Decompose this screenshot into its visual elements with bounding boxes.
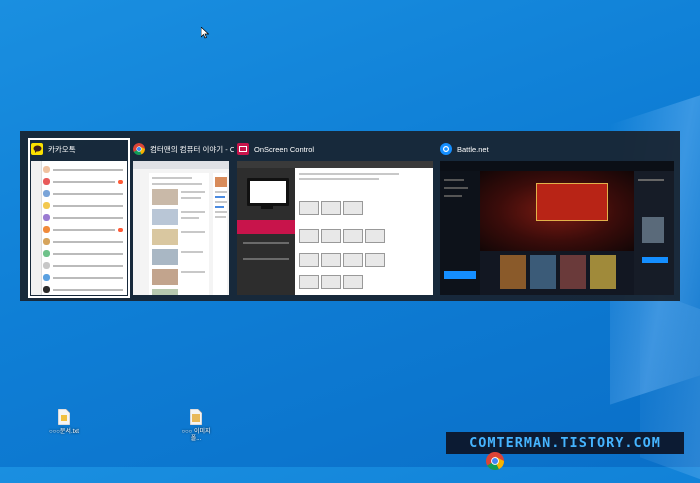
window-header: OnScreen Control [237, 141, 314, 157]
kakaotalk-icon [31, 143, 43, 155]
chat-list-item [43, 189, 123, 198]
window-thumbnail-battlenet[interactable]: Battle.net [438, 139, 676, 297]
promo-card [590, 255, 616, 289]
window-title: Battle.net [457, 144, 489, 154]
chat-list-item [43, 249, 123, 258]
onscreen-control-icon [237, 143, 249, 155]
onscreen-sidebar [237, 168, 295, 295]
onscreen-control-preview [237, 161, 433, 295]
window-header: Battle.net [440, 141, 489, 157]
promo-card [500, 255, 526, 289]
blog-sidebar [213, 173, 227, 295]
chat-list-item [43, 237, 123, 246]
battlenet-preview [440, 161, 674, 295]
blog-content [149, 173, 209, 295]
watermark: COMTERMAN.TISTORY.COM [446, 432, 684, 454]
window-header: 컴터맨의 컴퓨터 이야기 - Chr... [133, 141, 234, 157]
chat-list-item [43, 285, 123, 294]
chat-list-item [43, 201, 123, 210]
promo-card [530, 255, 556, 289]
kakaotalk-sidebar [31, 161, 42, 295]
chat-list-item [43, 273, 123, 282]
chrome-preview [133, 161, 229, 295]
window-title: OnScreen Control [254, 144, 315, 154]
desktop-icon-label: ○○○ 이미지 폴... [181, 429, 211, 442]
alt-tab-switcher: 카카오톡 컴터맨의 컴퓨터 이야기 - Chr... [20, 131, 680, 301]
window-header: 카카오톡 [31, 141, 76, 157]
chat-list-item [43, 213, 123, 222]
battlenet-nav-bar [440, 161, 674, 171]
chat-list-item [43, 225, 123, 234]
chrome-icon [133, 143, 145, 155]
window-thumbnail-chrome[interactable]: 컴터맨의 컴퓨터 이야기 - Chr... [131, 139, 234, 297]
onscreen-titlebar [237, 161, 433, 168]
file-icon [189, 408, 203, 426]
window-title: 카카오톡 [48, 144, 76, 154]
monitor-icon [247, 178, 289, 206]
onscreen-selected-menu [237, 220, 295, 234]
chrome-tab-bar [133, 161, 229, 169]
game-banner-logo [536, 183, 608, 221]
promo-card [560, 255, 586, 289]
kakaotalk-preview [31, 161, 127, 295]
file-icon [57, 408, 71, 426]
chrome-icon[interactable] [486, 452, 504, 470]
window-thumbnail-onscreen-control[interactable]: OnScreen Control [235, 139, 435, 297]
chat-list-item [43, 261, 123, 270]
battlenet-friends-panel [634, 171, 674, 295]
battlenet-hero-banner [480, 171, 634, 251]
mouse-cursor-icon [201, 27, 209, 39]
window-thumbnail-kakaotalk[interactable]: 카카오톡 [28, 138, 130, 298]
desktop-icon-label: ○○○문서.txt [49, 429, 79, 435]
battlenet-play-button [444, 271, 476, 279]
desktop-icon-file[interactable]: ○○○문서.txt [44, 408, 84, 436]
battlenet-add-friend-button [642, 257, 668, 263]
chat-list-item [43, 177, 123, 186]
battlenet-icon [440, 143, 452, 155]
window-title: 컴터맨의 컴퓨터 이야기 - Chr... [150, 144, 234, 154]
chat-list-item [43, 165, 123, 174]
desktop-icon-file[interactable]: ○○○ 이미지 폴... [176, 408, 216, 443]
